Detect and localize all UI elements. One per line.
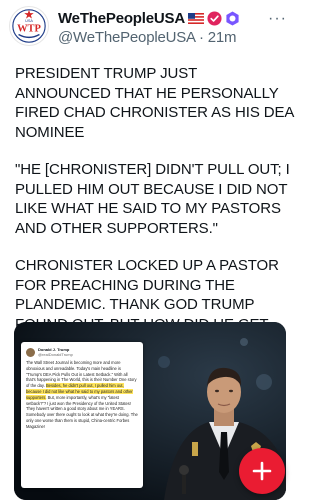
hexagon-badge-icon[interactable] [225,10,240,26]
separator: · [195,29,208,46]
wtp-logo-icon: USA WTP [10,7,48,45]
embedded-post-header: Donald J. Trump @realDonaldTrump [26,347,73,357]
us-flag-icon [187,12,204,24]
verified-badge-icon[interactable] [207,10,222,26]
embedded-text: But, more importantly, what's my "latest… [26,394,138,429]
embedded-handle: @realDonaldTrump [38,352,73,357]
compose-button[interactable] [239,448,285,494]
avatar[interactable]: USA WTP [9,6,49,46]
embedded-avatar [26,347,35,357]
display-name[interactable]: WeThePeopleUSA [58,10,185,27]
timestamp[interactable]: 21m [208,29,237,46]
embedded-post-body: The Wall Street Journal is becoming more… [26,360,138,430]
tweet-paragraph: "HE [CHRONISTER] DIDN'T PULL OUT; I PULL… [15,161,290,237]
handle-row: @WeThePeopleUSA · 21m [58,29,237,46]
svg-text:WTP: WTP [17,24,41,35]
tweet-paragraph: PRESIDENT TRUMP JUST ANNOUNCED THAT HE P… [15,65,294,141]
tweet-header: USA WTP WeThePeopleUSA @WeThePeopleUSA ·… [0,0,299,52]
handle[interactable]: @WeThePeopleUSA [58,29,195,46]
svg-text:USA: USA [25,19,33,23]
more-options-icon[interactable]: ··· [268,10,287,28]
embedded-post-card: Donald J. Trump @realDonaldTrump The Wal… [21,342,143,488]
plus-icon [252,461,272,481]
name-row: WeThePeopleUSA [58,9,240,27]
